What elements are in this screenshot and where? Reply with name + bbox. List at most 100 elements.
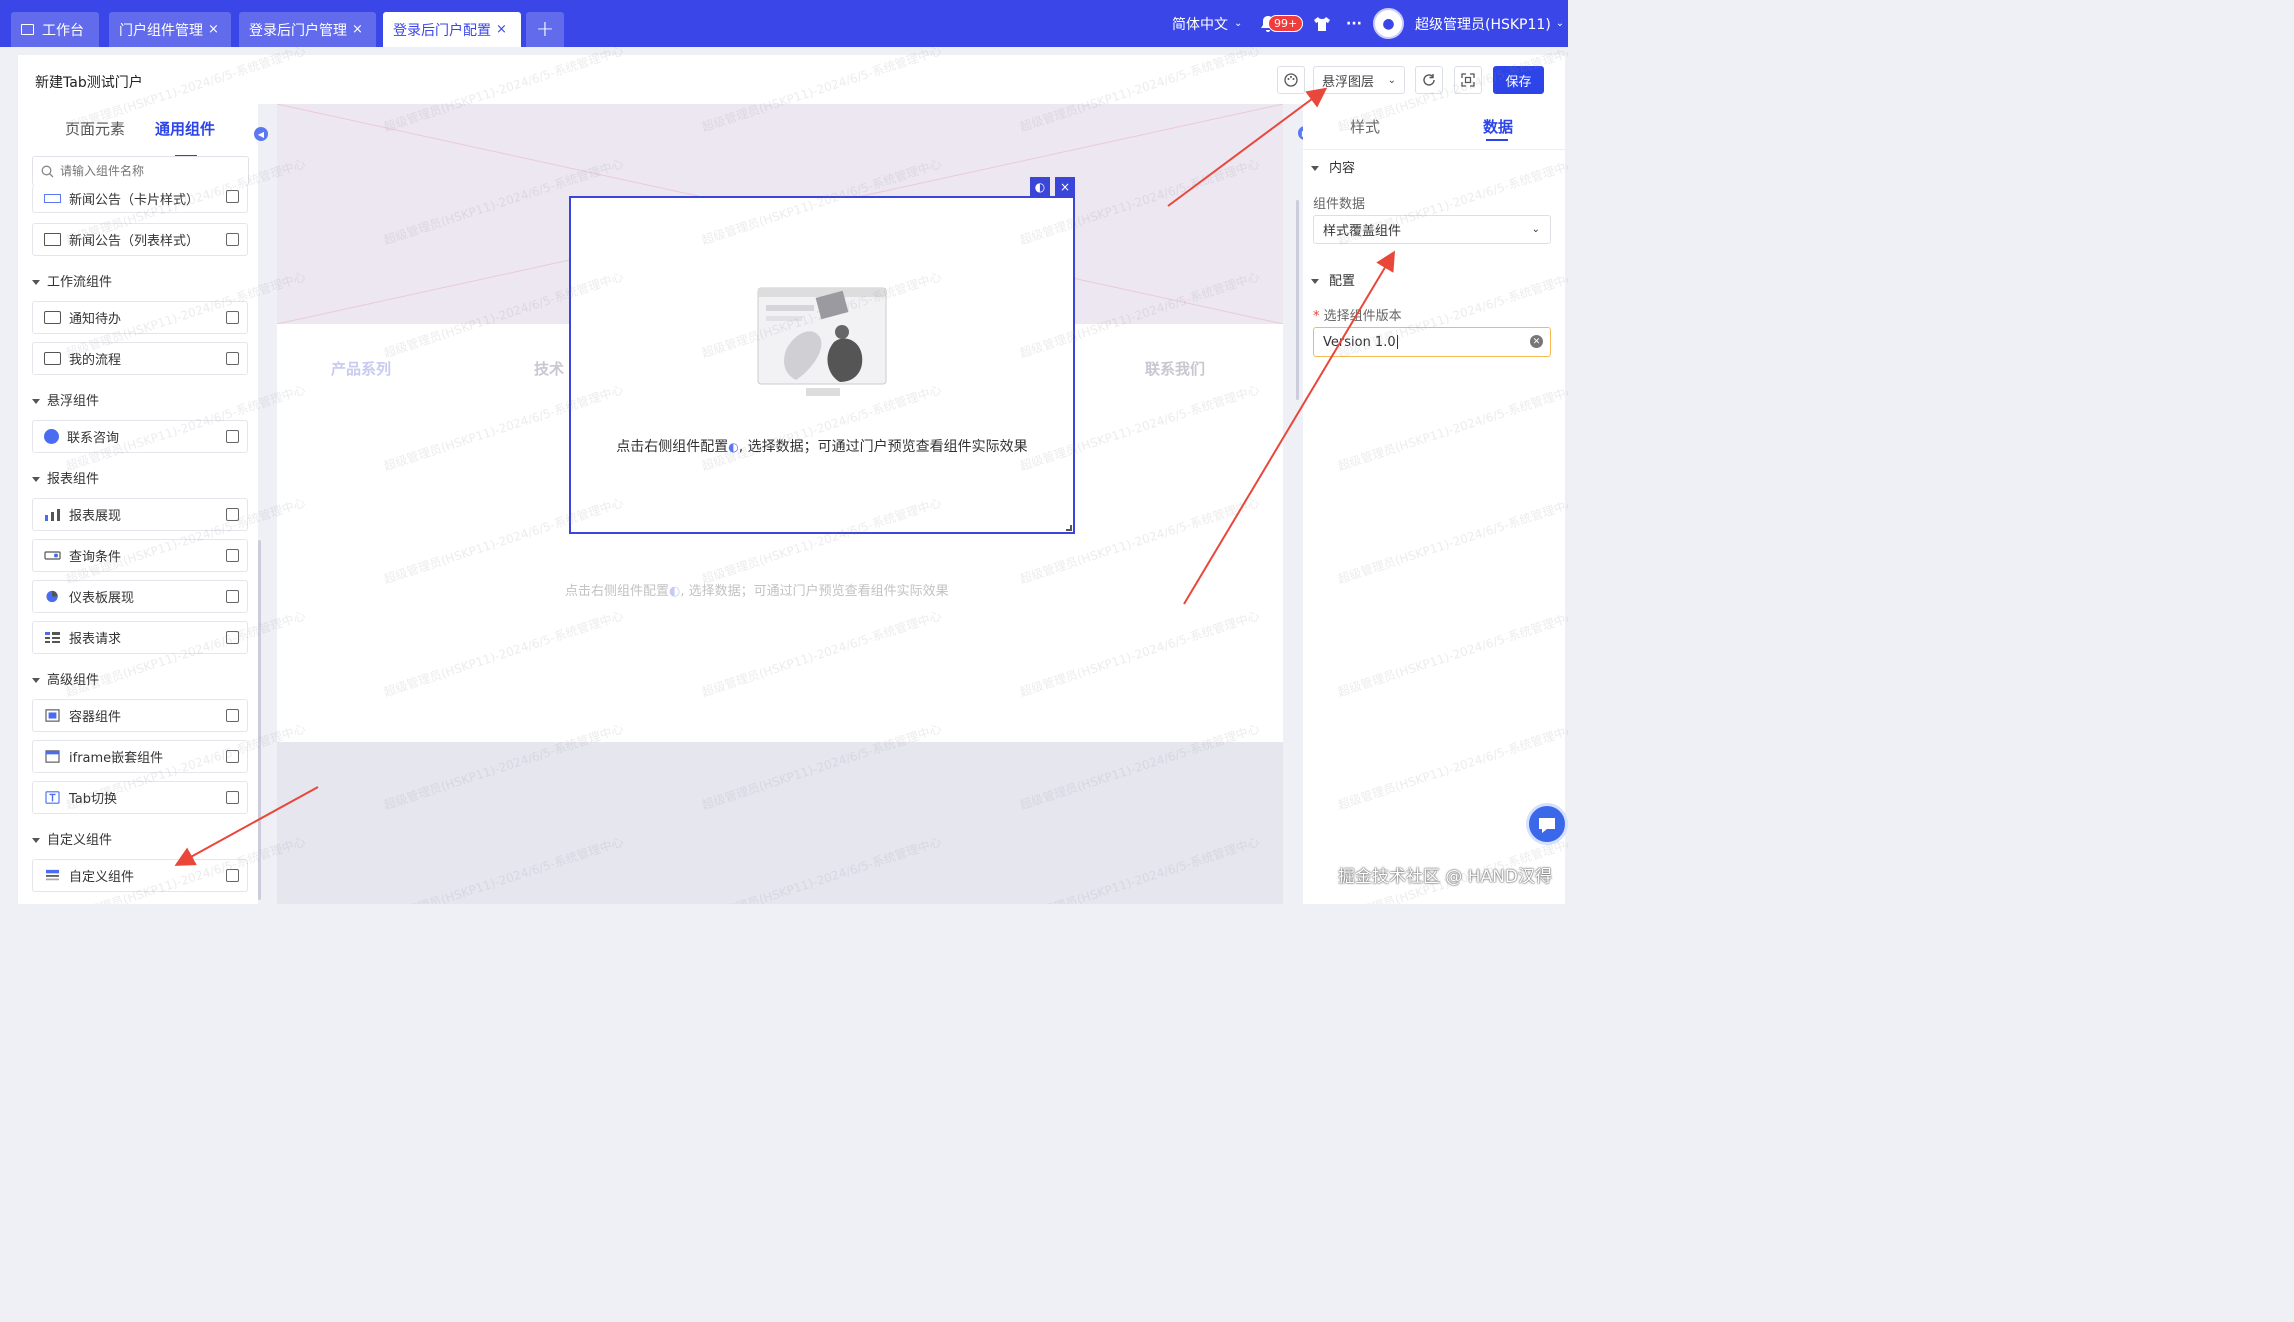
close-icon[interactable]: × — [352, 22, 363, 37]
drag-handle-icon[interactable] — [226, 791, 239, 804]
empty-hint: 点击右侧组件配置◐, 选择数据；可通过门户预览查看组件实际效果 — [565, 580, 949, 599]
more-icon[interactable]: ··· — [1346, 0, 1362, 47]
group-label: 自定义组件 — [47, 833, 113, 848]
avatar[interactable]: ● — [1373, 8, 1404, 39]
group-floating[interactable]: 悬浮组件 — [32, 390, 99, 409]
tab-page-elements[interactable]: 页面元素 — [65, 118, 125, 139]
drag-handle-icon[interactable] — [226, 352, 239, 365]
component-data-select[interactable]: 样式覆盖组件 ⌄ — [1313, 215, 1551, 244]
drag-handle-icon[interactable] — [226, 869, 239, 882]
drag-handle-icon[interactable] — [226, 430, 239, 443]
selected-component-frame[interactable]: 点击右侧组件配置◐, 选择数据；可通过门户预览查看组件实际效果 — [569, 196, 1075, 534]
desktop-icon — [21, 24, 34, 35]
component-item[interactable]: iframe嵌套组件 — [32, 740, 248, 773]
group-advanced[interactable]: 高级组件 — [32, 669, 99, 688]
tab-workbench[interactable]: 工作台 — [11, 12, 99, 47]
component-item[interactable]: 查询条件 — [32, 539, 248, 572]
add-tab-button[interactable]: + — [526, 12, 564, 47]
drag-handle-icon[interactable] — [226, 631, 239, 644]
language-label: 简体中文 — [1172, 16, 1228, 33]
fullscreen-icon[interactable] — [1454, 66, 1482, 94]
tab-portal-config[interactable]: 登录后门户配置 × — [383, 12, 521, 47]
tab-style[interactable]: 样式 — [1350, 116, 1380, 137]
drag-handle-icon[interactable] — [226, 549, 239, 562]
credit-watermark: 掘金技术社区 @ HAND汉得 — [1338, 867, 1553, 887]
section-label: 内容 — [1329, 161, 1356, 176]
support-chat-icon[interactable] — [1526, 803, 1568, 845]
close-icon[interactable]: × — [208, 22, 219, 37]
component-item[interactable]: 报表请求 — [32, 621, 248, 654]
search-icon — [41, 165, 54, 177]
popup-message: 点击右侧组件配置◐, 选择数据；可通过门户预览查看组件实际效果 — [571, 436, 1073, 456]
drag-handle-icon[interactable] — [226, 508, 239, 521]
custom-icon — [46, 869, 59, 881]
component-item[interactable]: 联系咨询 — [32, 420, 248, 453]
component-item[interactable]: 仪表板展现 — [32, 580, 248, 613]
footer-placeholder — [277, 742, 1283, 904]
close-icon[interactable]: × — [496, 22, 507, 37]
nav-contact[interactable]: 联系我们 — [1145, 358, 1205, 379]
component-data-label: 组件数据 — [1313, 197, 1366, 212]
tab-portal-mgmt[interactable]: 登录后门户管理 × — [239, 12, 376, 47]
active-tab-indicator — [1486, 139, 1508, 141]
tab-icon — [45, 791, 60, 804]
tab-portal-component-mgmt[interactable]: 门户组件管理 × — [109, 12, 231, 47]
list-icon — [44, 233, 61, 246]
drag-handle-icon[interactable] — [226, 190, 239, 203]
required-mark: * — [1313, 309, 1324, 324]
close-icon[interactable]: × — [1055, 177, 1075, 197]
user-menu[interactable]: 超级管理员(HSKP11) ⌄ — [1415, 0, 1564, 47]
nav-product-series[interactable]: 产品系列 — [331, 358, 391, 379]
left-scrollbar[interactable] — [258, 540, 261, 900]
clear-icon[interactable]: ✕ — [1530, 335, 1543, 348]
component-item[interactable]: 新闻公告（卡片样式） — [32, 185, 248, 213]
refresh-icon[interactable] — [1415, 66, 1443, 94]
text-cursor — [1396, 335, 1398, 349]
palette-icon[interactable]: ◐ — [1030, 177, 1050, 197]
hint-tail: , 选择数据；可通过门户预览查看组件实际效果 — [680, 584, 949, 599]
component-item[interactable]: 通知待办 — [32, 301, 248, 334]
component-item[interactable]: Tab切换 — [32, 781, 248, 814]
user-name: 超级管理员(HSKP11) — [1415, 16, 1551, 33]
left-tabs: 页面元素 通用组件 — [18, 118, 258, 157]
section-label: 配置 — [1329, 274, 1356, 289]
group-custom[interactable]: 自定义组件 — [32, 829, 112, 848]
save-button[interactable]: 保存 — [1493, 66, 1544, 94]
caret-down-icon — [32, 838, 40, 843]
component-item[interactable]: 报表展现 — [32, 498, 248, 531]
component-item[interactable]: 自定义组件 — [32, 859, 248, 892]
page-title: 新建Tab测试门户 — [35, 75, 143, 91]
search-input[interactable] — [60, 164, 240, 178]
component-item[interactable]: 新闻公告（列表样式） — [32, 223, 248, 256]
component-label: 新闻公告（列表样式） — [69, 234, 200, 249]
drag-handle-icon[interactable] — [226, 311, 239, 324]
drag-handle-icon[interactable] — [226, 750, 239, 763]
collapse-left-icon[interactable]: ◀ — [254, 127, 268, 141]
resize-handle-icon[interactable] — [1066, 525, 1072, 531]
notification-badge: 99+ — [1268, 15, 1304, 32]
group-label: 悬浮组件 — [47, 394, 100, 409]
component-label: 新闻公告（卡片样式） — [69, 193, 200, 208]
component-item[interactable]: 我的流程 — [32, 342, 248, 375]
group-report[interactable]: 报表组件 — [32, 468, 99, 487]
nav-tech[interactable]: 技术 — [534, 358, 564, 379]
component-search[interactable] — [32, 156, 249, 186]
section-content[interactable]: 内容 — [1311, 157, 1355, 176]
layer-select[interactable]: 悬浮图层 ⌄ — [1313, 66, 1405, 94]
shirt-icon[interactable] — [1313, 0, 1331, 47]
canvas-scrollbar[interactable] — [1296, 200, 1299, 400]
section-config[interactable]: 配置 — [1311, 270, 1355, 289]
table-icon — [45, 632, 60, 643]
drag-handle-icon[interactable] — [226, 709, 239, 722]
tab-data[interactable]: 数据 — [1483, 116, 1513, 137]
drag-handle-icon[interactable] — [226, 233, 239, 246]
version-input[interactable]: Version 1.0 ✕ — [1313, 327, 1551, 357]
group-workflow[interactable]: 工作流组件 — [32, 271, 112, 290]
language-select[interactable]: 简体中文 ⌄ — [1172, 0, 1242, 47]
drag-handle-icon[interactable] — [226, 590, 239, 603]
caret-down-icon — [1311, 279, 1319, 284]
property-panel: 样式 数据 内容 组件数据 样式覆盖组件 ⌄ 配置 * 选择组件版本 Versi… — [1303, 104, 1565, 904]
component-item[interactable]: 容器组件 — [32, 699, 248, 732]
tab-common-components[interactable]: 通用组件 — [155, 118, 215, 139]
palette-icon[interactable] — [1277, 66, 1305, 94]
